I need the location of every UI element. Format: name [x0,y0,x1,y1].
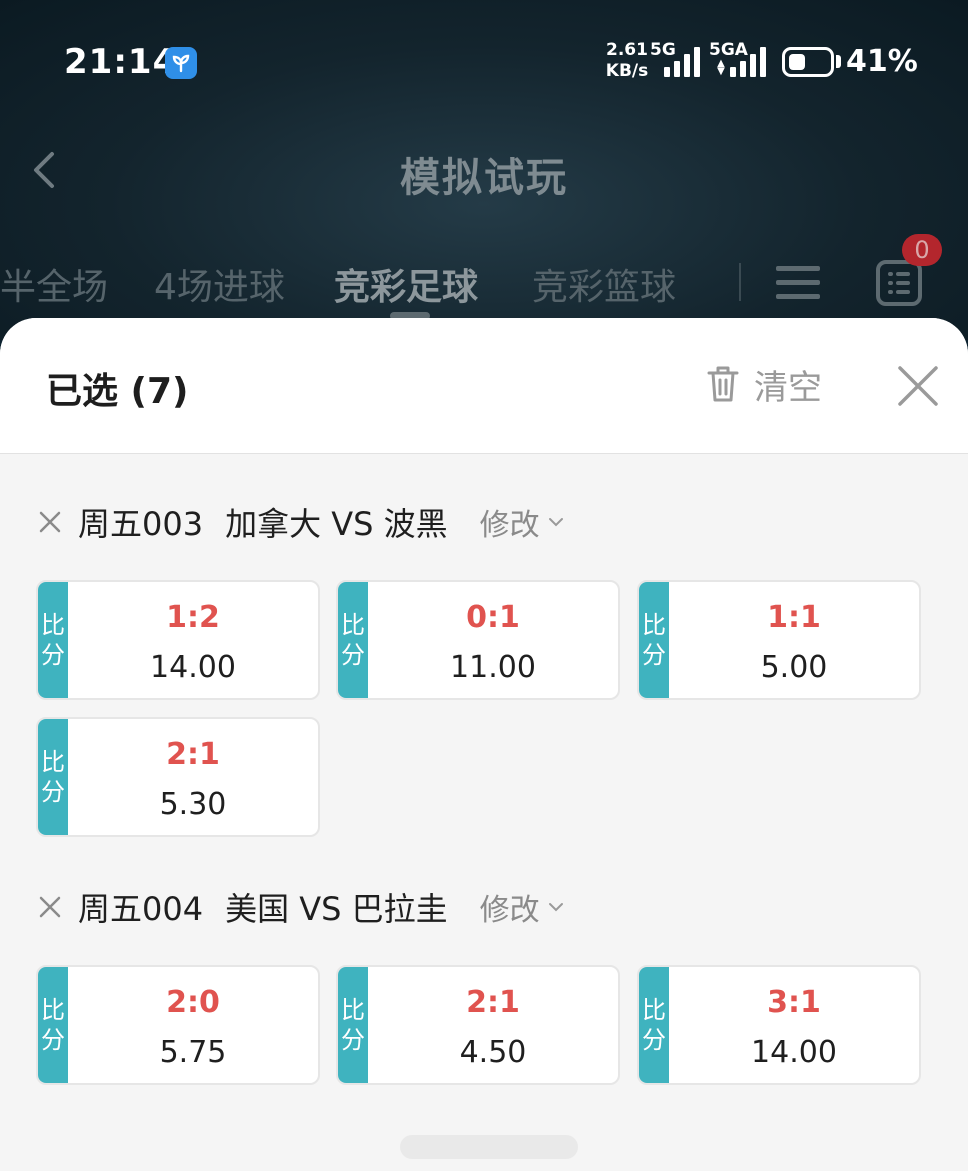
pick-card[interactable]: 比分 1:1 5.00 [637,580,921,700]
sheet-title: 已选 (7) [46,371,189,412]
pick-card[interactable]: 比分 3:1 14.00 [637,965,921,1085]
pick-score: 1:1 [767,600,821,635]
pick-type-tag: 比分 [38,719,68,835]
game-tabs: 半全场 4场进球 竞彩足球 竞彩篮球 [0,258,968,308]
match-code: 周五003 [78,505,204,543]
pick-type-tag: 比分 [639,582,669,698]
tab-basketball[interactable]: 竞彩篮球 [532,258,676,310]
match-teams: 加拿大 VS 波黑 [225,505,448,543]
sim1-signal-icon [662,45,706,77]
bet-slip-icon[interactable] [876,260,922,306]
pick-card[interactable]: 比分 0:1 11.00 [336,580,620,700]
clear-button[interactable]: 清空 [706,362,822,408]
match-row: 周五003 加拿大 VS 波黑 修改 [38,500,564,544]
sheet-header: 已选 (7) 清空 [0,318,968,454]
status-bar: 21:14 2.61 KB/s 5G 5GA ▲ ▼ 41% [0,0,968,125]
pick-type-tag: 比分 [38,967,68,1083]
pick-type-tag: 比分 [639,967,669,1083]
bet-slip-badge: 0 [902,234,942,266]
trash-icon [707,366,739,402]
selected-bets-sheet: 已选 (7) 清空 周五003 加拿大 VS 波黑 修改 比分 1:2 14.0… [0,318,968,1171]
chevron-down-icon [548,903,563,912]
page-title: 模拟试玩 [400,155,568,201]
pick-card[interactable]: 比分 1:2 14.00 [36,580,320,700]
pick-odds: 14.00 [150,650,236,685]
tab-four-goals[interactable]: 4场进球 [154,258,285,310]
status-time: 21:14 [64,42,178,82]
pick-score: 2:1 [466,985,520,1020]
edit-button[interactable]: 修改 [480,500,564,544]
pick-score: 2:0 [166,985,220,1020]
pick-card[interactable]: 比分 2:1 4.50 [336,965,620,1085]
pick-score: 2:1 [166,737,220,772]
sim2-signal-icon [728,45,772,77]
pick-score: 1:2 [166,600,220,635]
pick-type-tag: 比分 [338,967,368,1083]
pick-type-tag: 比分 [338,582,368,698]
pick-odds: 14.00 [751,1035,837,1070]
tab-divider [739,263,741,301]
pick-odds: 4.50 [459,1035,527,1070]
pick-score: 0:1 [466,600,520,635]
pick-odds: 11.00 [450,650,536,685]
battery-icon [782,47,834,77]
pick-card[interactable]: 比分 2:0 5.75 [36,965,320,1085]
network-speed-value: 2.61 [606,40,648,60]
pick-score: 3:1 [767,985,821,1020]
network-speed-unit: KB/s [605,61,649,81]
leaf-app-icon [165,47,197,79]
data-arrows-icon: ▲ ▼ [717,58,725,77]
remove-match-icon[interactable] [38,510,62,534]
clear-label: 清空 [754,367,822,408]
pick-card[interactable]: 比分 2:1 5.30 [36,717,320,837]
edit-button[interactable]: 修改 [480,885,564,929]
home-indicator [400,1135,578,1159]
pick-odds: 5.75 [159,1035,227,1070]
match-teams: 美国 VS 巴拉圭 [225,890,448,928]
chevron-down-icon [548,518,563,527]
tab-football[interactable]: 竞彩足球 [334,258,478,310]
network-speed: 2.61 KB/s [604,40,650,82]
edit-label: 修改 [479,893,540,928]
tab-half-full[interactable]: 半全场 [0,258,108,310]
match-code: 周五004 [78,890,204,928]
battery-percent: 41% [846,44,918,79]
pick-odds: 5.30 [159,787,227,822]
battery-fill [789,54,805,70]
pick-odds: 5.00 [760,650,828,685]
edit-label: 修改 [479,508,540,543]
battery-cap [836,55,841,68]
remove-match-icon[interactable] [38,895,62,919]
menu-icon[interactable] [776,262,820,302]
close-icon[interactable] [896,364,940,408]
match-row: 周五004 美国 VS 巴拉圭 修改 [38,885,564,929]
pick-type-tag: 比分 [38,582,68,698]
